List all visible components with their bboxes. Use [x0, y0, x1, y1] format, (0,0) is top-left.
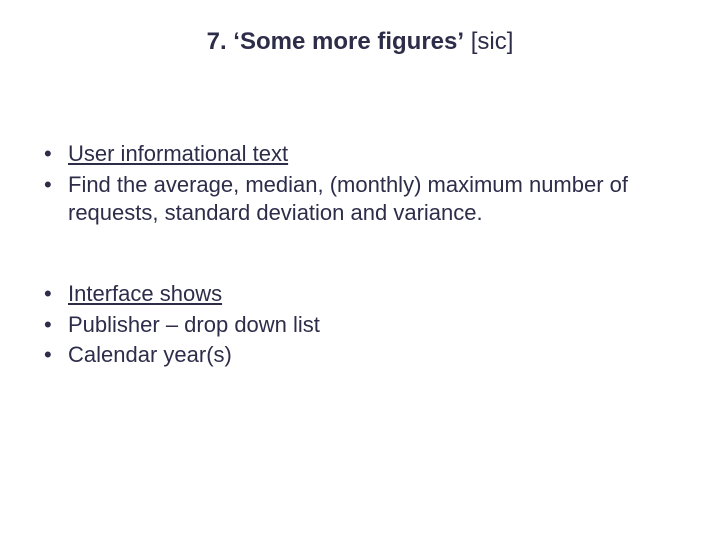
- title-quoted: ‘Some more figures’: [233, 28, 464, 55]
- block1-heading: User informational text: [68, 141, 288, 166]
- title-number: 7.: [207, 28, 234, 55]
- list-item: Publisher – drop down list: [38, 311, 678, 340]
- slide: 7. ‘Some more figures’ [sic] User inform…: [0, 0, 720, 540]
- bullet-block-2: Interface shows Publisher – drop down li…: [38, 280, 678, 372]
- list-item: Find the average, median, (monthly) maxi…: [38, 171, 678, 228]
- title-sic: [sic]: [464, 28, 513, 55]
- list-item: Calendar year(s): [38, 341, 678, 370]
- block2-item: Calendar year(s): [68, 342, 232, 367]
- block2-heading: Interface shows: [68, 281, 222, 306]
- list-item: Interface shows: [38, 280, 678, 309]
- slide-title: 7. ‘Some more figures’ [sic]: [0, 28, 720, 56]
- list-item: User informational text: [38, 140, 678, 169]
- bullet-block-1: User informational text Find the average…: [38, 140, 678, 230]
- block2-item: Publisher – drop down list: [68, 312, 320, 337]
- block1-item: Find the average, median, (monthly) maxi…: [68, 172, 628, 226]
